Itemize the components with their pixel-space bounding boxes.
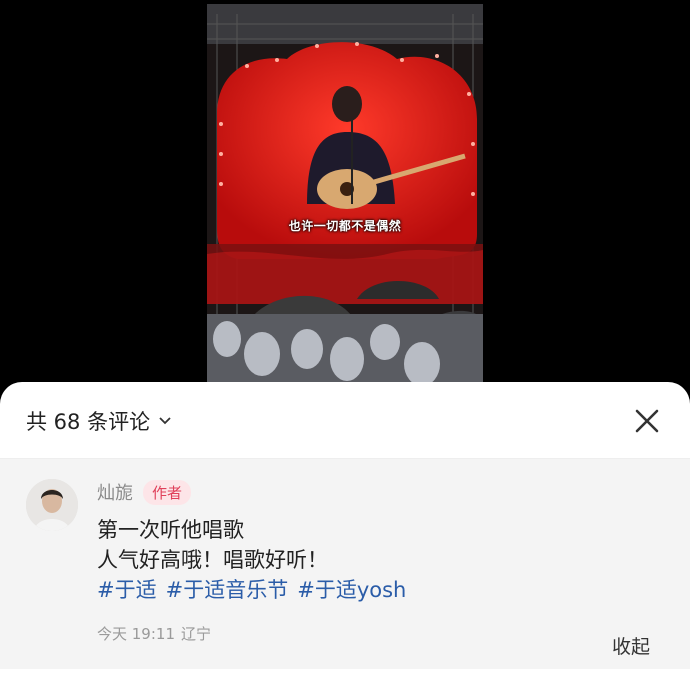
comment-item: 灿旎 作者 第一次听他唱歌 人气好高哦！唱歌好听！ #于适 #于适音乐节 #于适… (0, 459, 690, 669)
comment-time: 今天 19:11 (97, 625, 175, 643)
comment-count-dropdown[interactable]: 共 68 条评论 (26, 406, 172, 436)
comment-line: 第一次听他唱歌 (97, 518, 244, 542)
author-row: 灿旎 作者 (97, 479, 192, 505)
author-badge: 作者 (143, 479, 192, 505)
sheet-header: 共 68 条评论 (0, 382, 690, 458)
comment-line: 人气好高哦！唱歌好听！ (97, 548, 328, 572)
close-icon[interactable] (630, 404, 664, 438)
comment-sheet: 共 68 条评论 灿旎 作者 第一次听他唱歌 人气好高哦！唱歌好听！ #于适 #… (0, 382, 690, 682)
post-photo[interactable]: 也许一切都不是偶然 (207, 4, 483, 386)
comment-meta: 今天 19:11 辽宁 (97, 623, 211, 644)
concert-scene (207, 4, 483, 386)
comment-text: 第一次听他唱歌 人气好高哦！唱歌好听！ #于适 #于适音乐节 #于适yosh (97, 515, 406, 605)
collapse-button[interactable]: 收起 (612, 632, 650, 659)
hashtag-row: #于适 #于适音乐节 #于适yosh (97, 575, 406, 605)
avatar[interactable] (26, 479, 78, 531)
comment-count-label: 共 68 条评论 (26, 410, 151, 434)
hashtag-link[interactable]: #于适 (97, 575, 157, 605)
hashtag-link[interactable]: #于适音乐节 (166, 575, 289, 605)
author-name[interactable]: 灿旎 (97, 479, 133, 505)
video-caption: 也许一切都不是偶然 (288, 219, 402, 233)
hashtag-link[interactable]: #于适yosh (297, 575, 406, 605)
singer-head (332, 86, 362, 122)
comment-location: 辽宁 (181, 625, 212, 643)
chevron-down-icon (159, 417, 171, 425)
